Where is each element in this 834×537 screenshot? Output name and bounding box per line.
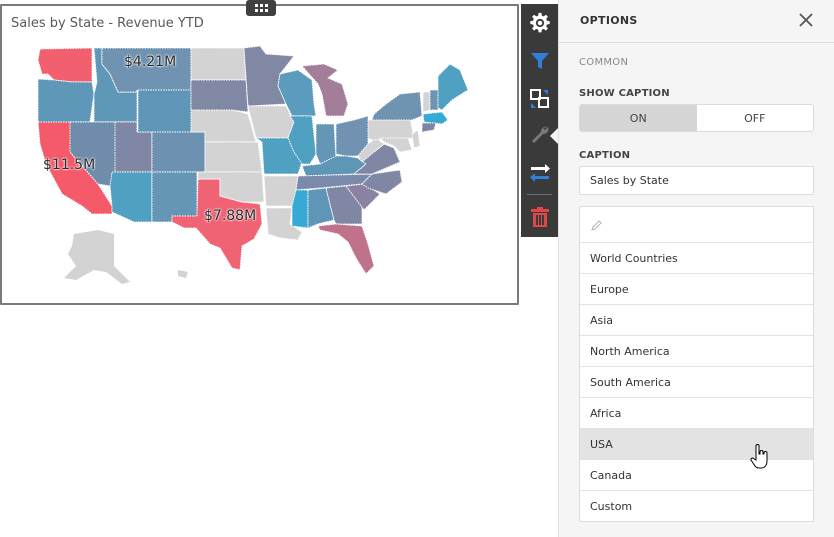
list-item-asia[interactable]: Asia — [580, 305, 813, 336]
hand-cursor-icon — [750, 444, 768, 469]
list-item-south-america[interactable]: South America — [580, 367, 813, 398]
state-colorado — [151, 131, 206, 173]
state-alaska — [64, 230, 130, 284]
state-massachusetts — [422, 111, 449, 125]
state-new-hampshire — [429, 89, 439, 111]
state-south-dakota — [190, 79, 249, 113]
delete-button[interactable] — [521, 200, 558, 234]
map-type-list: World Countries Europe Asia North Americ… — [579, 206, 814, 522]
show-caption-toggle: ON OFF — [579, 104, 814, 132]
state-washington — [37, 47, 93, 83]
section-common: COMMON — [579, 57, 629, 68]
item-toolbar — [521, 4, 558, 237]
list-item-north-america[interactable]: North America — [580, 336, 813, 367]
state-new-york — [371, 91, 423, 121]
trash-icon — [530, 207, 549, 227]
state-florida — [317, 223, 375, 275]
state-hawaii — [178, 270, 188, 278]
list-item-world-countries[interactable]: World Countries — [580, 243, 813, 274]
wrench-icon — [531, 126, 548, 143]
options-panel: OPTIONS COMMON SHOW CAPTION ON OFF CAPTI… — [558, 0, 834, 537]
state-pennsylvania — [367, 117, 415, 141]
toggle-off-button[interactable]: OFF — [697, 105, 814, 131]
list-item-usa[interactable]: USA — [580, 429, 813, 460]
toggle-on-button[interactable]: ON — [580, 105, 697, 131]
close-icon[interactable] — [798, 12, 814, 28]
state-kansas — [204, 141, 263, 173]
state-connecticut — [421, 122, 437, 133]
state-arizona — [109, 171, 153, 223]
convert-button[interactable] — [521, 82, 558, 116]
list-item-canada[interactable]: Canada — [580, 460, 813, 491]
toolbar-separator — [527, 194, 552, 195]
active-pointer — [550, 128, 558, 144]
state-wyoming — [137, 89, 192, 133]
list-item-europe[interactable]: Europe — [580, 274, 813, 305]
convert-icon — [529, 89, 549, 108]
caption-label: CAPTION — [579, 150, 631, 161]
item-caption: Sales by State - Revenue YTD — [11, 16, 204, 31]
pencil-icon — [591, 219, 602, 231]
state-oregon — [37, 78, 95, 123]
list-edit-row[interactable] — [580, 207, 813, 243]
swap-arrows-icon — [529, 164, 550, 182]
interactivity-button[interactable] — [521, 156, 558, 190]
list-item-africa[interactable]: Africa — [580, 398, 813, 429]
state-north-dakota — [190, 47, 247, 81]
funnel-icon — [530, 53, 549, 69]
state-vermont — [422, 91, 431, 113]
show-caption-label: SHOW CAPTION — [579, 88, 670, 99]
settings-button[interactable] — [521, 6, 558, 40]
state-maine — [437, 63, 469, 111]
panel-header: OPTIONS — [559, 0, 834, 43]
state-new-mexico — [151, 171, 198, 223]
map-label-montana: $4.21M — [124, 54, 177, 70]
state-iowa — [247, 105, 295, 139]
state-new-jersey — [411, 129, 421, 149]
gear-icon — [529, 12, 550, 33]
list-item-custom[interactable]: Custom — [580, 491, 813, 521]
drag-handle[interactable] — [246, 0, 276, 16]
caption-input[interactable]: Sales by State — [579, 166, 814, 195]
map-dashboard-item[interactable]: Sales by State - Revenue YTD $4.21M $11.… — [0, 4, 519, 305]
panel-title: OPTIONS — [580, 14, 638, 27]
filter-button[interactable] — [521, 44, 558, 78]
map-label-california: $11.5M — [43, 157, 96, 173]
map-label-texas: $7.88M — [204, 208, 257, 224]
grip-icon — [254, 4, 268, 12]
